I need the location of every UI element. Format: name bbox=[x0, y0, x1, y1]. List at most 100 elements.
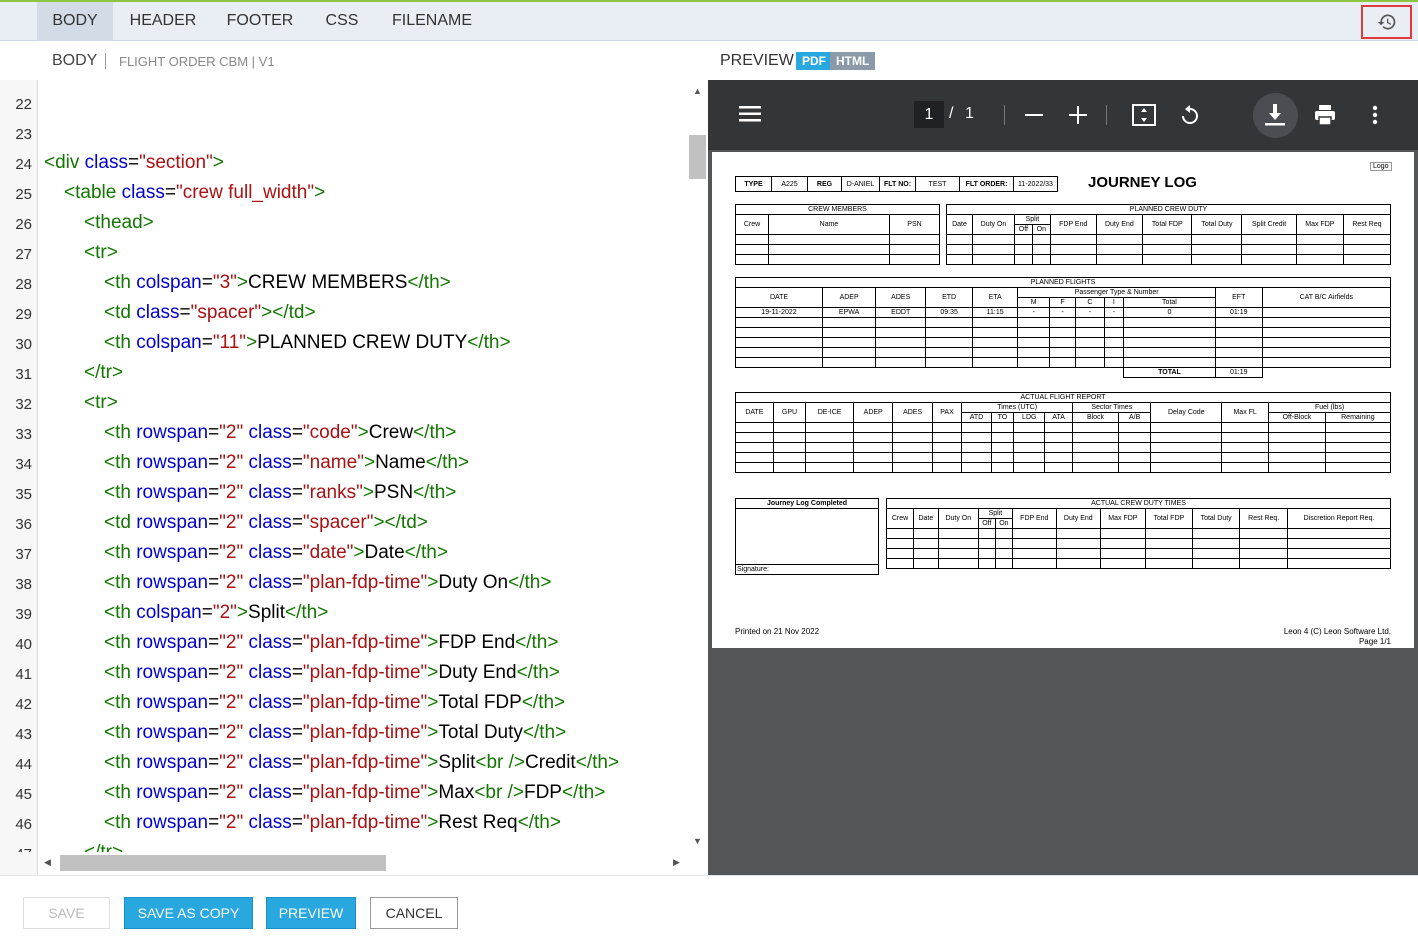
pdf-viewer: 1 / 1 Logo TYPE A225 REG D-ANIEL FLT NO: TE… bbox=[708, 80, 1418, 875]
code-line[interactable]: <th rowspan="2" class="date">Date</th> bbox=[104, 542, 448, 564]
menu-icon[interactable] bbox=[739, 105, 761, 123]
scroll-down-icon[interactable]: ▼ bbox=[693, 836, 702, 846]
code-token: "ranks" bbox=[302, 482, 363, 503]
code-token: </th> bbox=[516, 662, 560, 683]
scroll-right-icon[interactable]: ▶ bbox=[673, 857, 680, 868]
code-line[interactable]: <th colspan="2">Split</th> bbox=[104, 602, 328, 624]
code-token: <thead> bbox=[84, 212, 154, 233]
scroll-left-icon[interactable]: ◀ bbox=[44, 857, 51, 868]
code-token: Max bbox=[438, 782, 475, 803]
code-token: <th bbox=[104, 662, 137, 683]
code-token: "2" bbox=[219, 422, 249, 443]
line-number: 25 bbox=[15, 186, 32, 203]
code-line[interactable]: <th rowspan="2" class="plan-fdp-time">FD… bbox=[104, 632, 558, 654]
code-line[interactable]: <th rowspan="2" class="ranks">PSN</th> bbox=[104, 482, 456, 504]
page-number-input[interactable]: 1 bbox=[914, 101, 944, 128]
zoom-in-icon[interactable] bbox=[1069, 106, 1087, 124]
rotate-icon[interactable] bbox=[1178, 103, 1202, 127]
tab-body[interactable]: BODY bbox=[37, 2, 113, 41]
code-line[interactable]: <th rowspan="2" class="plan-fdp-time">Sp… bbox=[104, 752, 619, 774]
code-token: </th> bbox=[517, 812, 561, 833]
code-token: </th> bbox=[404, 542, 448, 563]
pdf-toggle[interactable]: PDF bbox=[796, 52, 832, 70]
code-token: class bbox=[121, 182, 165, 203]
code-editor[interactable]: <div class="section"> <table class="crew … bbox=[38, 80, 688, 852]
code-line[interactable]: <th rowspan="2" class="plan-fdp-time">Du… bbox=[104, 572, 551, 594]
code-token: </th> bbox=[521, 692, 566, 713]
code-token: > bbox=[236, 272, 249, 293]
code-line[interactable]: <th rowspan="2" class="plan-fdp-time">Re… bbox=[104, 812, 561, 834]
code-line[interactable]: </tr> bbox=[84, 842, 123, 852]
code-token: > bbox=[362, 482, 374, 503]
tab-filename[interactable]: FILENAME bbox=[380, 2, 484, 41]
page-total: 1 bbox=[965, 105, 974, 122]
code-line[interactable]: <th colspan="3">CREW MEMBERS</th> bbox=[104, 272, 451, 294]
vertical-scrollbar[interactable]: ▲ ▼ bbox=[688, 80, 708, 852]
code-token: = bbox=[291, 572, 303, 593]
code-line[interactable]: <table class="crew full_width"> bbox=[64, 182, 325, 204]
history-button[interactable] bbox=[1361, 5, 1412, 39]
fit-page-icon[interactable] bbox=[1132, 104, 1156, 126]
code-line[interactable]: <thead> bbox=[84, 212, 154, 234]
code-token: rowspan bbox=[136, 752, 209, 773]
scroll-thumb[interactable] bbox=[60, 855, 386, 871]
pdf-toolbar: 1 / 1 bbox=[708, 80, 1418, 150]
code-line[interactable]: <tr> bbox=[84, 242, 118, 264]
cancel-button[interactable]: CANCEL bbox=[370, 897, 458, 929]
code-token: </th> bbox=[425, 452, 470, 473]
save-as-copy-button[interactable]: SAVE AS COPY bbox=[124, 897, 253, 929]
code-line[interactable]: <th rowspan="2" class="name">Name</th> bbox=[104, 452, 469, 474]
code-token: = bbox=[179, 302, 191, 323]
code-line[interactable]: <th rowspan="2" class="code">Crew</th> bbox=[104, 422, 456, 444]
code-token: <tr> bbox=[84, 392, 118, 413]
code-line[interactable]: <td rowspan="2" class="spacer"></td> bbox=[104, 512, 428, 534]
zoom-out-icon[interactable] bbox=[1025, 106, 1043, 124]
code-line[interactable]: <th rowspan="2" class="plan-fdp-time">Du… bbox=[104, 662, 560, 684]
tab-footer[interactable]: FOOTER bbox=[216, 2, 304, 41]
horizontal-scrollbar[interactable]: ◀ ▶ bbox=[38, 852, 688, 874]
code-line[interactable]: <th rowspan="2" class="plan-fdp-time">To… bbox=[104, 722, 566, 744]
code-token: = bbox=[208, 542, 220, 563]
code-line[interactable]: <tr> bbox=[84, 392, 118, 414]
save-button[interactable]: SAVE bbox=[23, 897, 110, 929]
tab-css[interactable]: CSS bbox=[315, 2, 369, 41]
code-token: </th> bbox=[522, 722, 567, 743]
code-token: = bbox=[208, 512, 220, 533]
html-toggle[interactable]: HTML bbox=[830, 52, 876, 70]
scroll-up-icon[interactable]: ▲ bbox=[693, 86, 702, 96]
pdf-page: Logo TYPE A225 REG D-ANIEL FLT NO: TEST FLT… bbox=[712, 152, 1414, 648]
code-token: class bbox=[248, 482, 292, 503]
preview-button[interactable]: PREVIEW bbox=[266, 897, 356, 929]
code-line[interactable]: </tr> bbox=[84, 362, 123, 384]
scroll-thumb[interactable] bbox=[689, 135, 706, 179]
more-options-icon[interactable] bbox=[1372, 105, 1378, 125]
line-number: 28 bbox=[15, 276, 32, 293]
line-number: 33 bbox=[15, 426, 32, 443]
print-icon[interactable] bbox=[1314, 104, 1336, 126]
code-token: "date" bbox=[302, 542, 354, 563]
code-token: Split bbox=[438, 752, 476, 773]
document-name: FLIGHT ORDER CBM | V1 bbox=[119, 54, 275, 69]
code-token: "plan-fdp-time" bbox=[302, 692, 428, 713]
code-token: <th bbox=[104, 422, 137, 443]
code-line[interactable]: <div class="section"> bbox=[44, 152, 224, 174]
code-line[interactable]: <td class="spacer"></td> bbox=[104, 302, 316, 324]
code-token: class bbox=[248, 632, 292, 653]
code-token: class bbox=[248, 692, 292, 713]
code-line[interactable]: <th rowspan="2" class="plan-fdp-time">Ma… bbox=[104, 782, 605, 804]
code-token: ></td> bbox=[373, 512, 428, 533]
code-line[interactable]: <th colspan="11">PLANNED CREW DUTY</th> bbox=[104, 332, 511, 354]
code-token: Date bbox=[364, 542, 405, 563]
line-number: 30 bbox=[15, 336, 32, 353]
code-token: </th> bbox=[413, 482, 457, 503]
code-token: PSN bbox=[373, 482, 414, 503]
line-number: 46 bbox=[15, 816, 32, 833]
code-token: class bbox=[248, 812, 292, 833]
line-number: 31 bbox=[15, 366, 32, 383]
code-token: rowspan bbox=[136, 632, 209, 653]
code-line[interactable]: <th rowspan="2" class="plan-fdp-time">To… bbox=[104, 692, 565, 714]
tab-header[interactable]: HEADER bbox=[121, 2, 205, 41]
download-icon[interactable] bbox=[1265, 104, 1285, 126]
code-token: rowspan bbox=[136, 512, 209, 533]
planned-flights-table: PLANNED FLIGHTS DATE ADEP ADES ETD ETA Passen… bbox=[734, 277, 1392, 378]
